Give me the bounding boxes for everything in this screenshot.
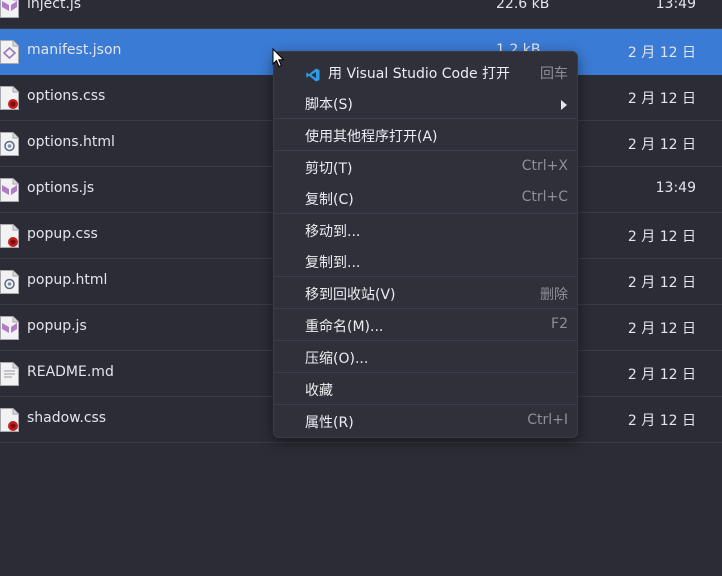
menu-label: 移动到... [305, 224, 361, 240]
menu-shortcut: Ctrl+X [521, 158, 568, 174]
file-name: options.html [27, 134, 115, 150]
file-date: 13:49 [655, 180, 696, 196]
file-date: 13:49 [655, 0, 696, 12]
file-name: popup.html [27, 272, 108, 288]
menu-separator [274, 404, 577, 405]
text-file-icon [0, 362, 19, 386]
menu-separator [274, 118, 577, 119]
menu-label: 脚本(S) [305, 97, 353, 113]
menu-shortcut: F2 [551, 316, 568, 332]
menu-item-move-to-trash[interactable]: 移到回收站(V) 删除 [274, 278, 577, 308]
menu-item-copy[interactable]: 复制(C) Ctrl+C [274, 183, 577, 213]
menu-item-open-with-vscode[interactable]: 用 Visual Studio Code 打开 回车 [274, 57, 577, 87]
file-name: manifest.json [27, 42, 122, 58]
menu-label: 收藏 [305, 383, 333, 399]
menu-separator [274, 308, 577, 309]
menu-item-properties[interactable]: 属性(R) Ctrl+I [274, 406, 577, 436]
submenu-arrow-icon [561, 100, 567, 110]
menu-item-copy-to[interactable]: 复制到... [274, 246, 577, 276]
file-date: 2 月 12 日 [627, 321, 696, 337]
file-row[interactable]: inject.js 22.6 kB 13:49 [0, 0, 722, 29]
menu-shortcut: 回车 [540, 66, 568, 82]
menu-label: 移到回收站(V) [305, 287, 396, 303]
file-name: popup.js [27, 318, 87, 334]
file-name: options.js [27, 180, 95, 196]
javascript-file-icon [0, 316, 19, 340]
file-size: 22.6 kB [496, 0, 550, 12]
json-file-icon [0, 40, 19, 64]
menu-shortcut: 删除 [540, 287, 568, 303]
menu-item-compress[interactable]: 压缩(O)... [274, 342, 577, 372]
file-date: 2 月 12 日 [627, 229, 696, 245]
menu-item-scripts[interactable]: 脚本(S) [274, 88, 577, 118]
file-name: inject.js [27, 0, 82, 12]
menu-label: 使用其他程序打开(A) [305, 129, 438, 145]
file-date: 2 月 12 日 [627, 45, 696, 61]
html-file-icon [0, 270, 19, 294]
javascript-file-icon [0, 178, 19, 202]
css-file-icon [0, 408, 19, 432]
file-name: README.md [27, 364, 114, 380]
file-date: 2 月 12 日 [627, 367, 696, 383]
menu-shortcut: Ctrl+I [527, 412, 568, 428]
menu-separator [274, 276, 577, 277]
menu-separator [274, 150, 577, 151]
menu-item-open-with-other[interactable]: 使用其他程序打开(A) [274, 120, 577, 150]
menu-label: 复制到... [305, 255, 361, 271]
menu-item-favorite[interactable]: 收藏 [274, 374, 577, 404]
file-date: 2 月 12 日 [627, 413, 696, 429]
file-name: popup.css [27, 226, 98, 242]
mouse-cursor-icon [272, 48, 285, 68]
file-date: 2 月 12 日 [627, 91, 696, 107]
menu-label: 重命名(M)... [305, 319, 384, 335]
menu-separator [274, 213, 577, 214]
css-file-icon [0, 86, 19, 110]
menu-item-move-to[interactable]: 移动到... [274, 215, 577, 245]
menu-separator [274, 340, 577, 341]
menu-shortcut: Ctrl+C [521, 189, 568, 205]
css-file-icon [0, 224, 19, 248]
vscode-icon [306, 68, 320, 82]
html-file-icon [0, 132, 19, 156]
menu-item-rename[interactable]: 重命名(M)... F2 [274, 310, 577, 340]
file-date: 2 月 12 日 [627, 275, 696, 291]
menu-separator [274, 372, 577, 373]
file-date: 2 月 12 日 [627, 137, 696, 153]
menu-label: 用 Visual Studio Code 打开 [328, 66, 511, 82]
menu-label: 复制(C) [305, 192, 354, 208]
javascript-file-icon [0, 0, 19, 18]
file-name: shadow.css [27, 410, 107, 426]
context-menu: 用 Visual Studio Code 打开 回车 脚本(S) 使用其他程序打… [273, 51, 578, 438]
menu-label: 剪切(T) [305, 161, 353, 177]
menu-label: 压缩(O)... [305, 351, 369, 367]
menu-item-cut[interactable]: 剪切(T) Ctrl+X [274, 152, 577, 182]
file-name: options.css [27, 88, 106, 104]
menu-label: 属性(R) [305, 415, 354, 431]
